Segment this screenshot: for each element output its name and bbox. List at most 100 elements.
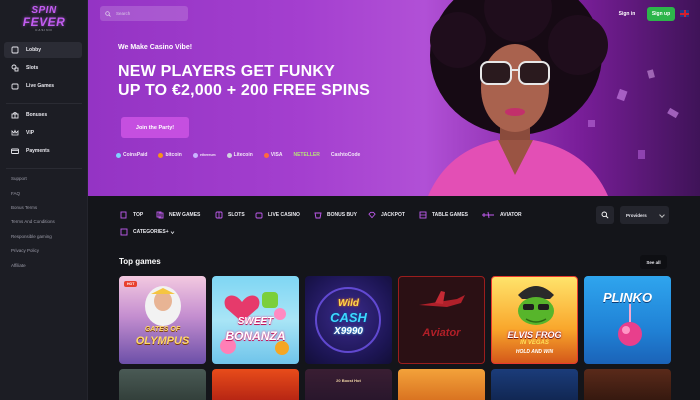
category-bar: TOP NEW GAMES SLOTS LIVE CASINO BONUS BU… bbox=[88, 200, 700, 244]
tile-title-line1: 20 Boost Hot bbox=[336, 378, 361, 383]
frog-character-image bbox=[518, 286, 554, 325]
link-support[interactable]: Support bbox=[11, 176, 27, 181]
link-bonus-terms[interactable]: Bonus Terms bbox=[11, 205, 37, 210]
logo-line3: CASINO bbox=[35, 28, 53, 32]
sidebar-item-bonuses[interactable]: Bonuses bbox=[4, 107, 82, 123]
sidebar-item-label: Bonuses bbox=[26, 112, 48, 118]
jackpot-diamond-icon bbox=[368, 211, 376, 219]
ethereum-icon bbox=[192, 152, 198, 158]
category-live-casino[interactable]: LIVE CASINO bbox=[255, 209, 300, 221]
tile-title-line2: OLYMPUS bbox=[135, 335, 190, 347]
tile-title-line1: Wild bbox=[337, 298, 359, 309]
tile-title-line3: HOLD AND WIN bbox=[515, 349, 554, 355]
sidebar-item-label: Live Games bbox=[26, 83, 55, 89]
tile-title-line1: GATES OF bbox=[144, 326, 181, 333]
game-tile-gates-of-olympus[interactable]: HOT GATES OF OLYMPUS bbox=[119, 276, 206, 364]
new-games-icon bbox=[156, 211, 164, 219]
sidebar-divider bbox=[6, 168, 82, 169]
game-tile-row2-1[interactable] bbox=[119, 369, 206, 400]
game-tile-plinko[interactable]: PLINKO bbox=[584, 276, 671, 364]
search-input[interactable]: Search bbox=[100, 6, 188, 21]
aviator-plane-icon bbox=[481, 211, 495, 219]
game-tile-aviator[interactable]: Aviator bbox=[398, 276, 485, 364]
sidebar: SPIN FEVER CASINO Lobby Slots Live Games… bbox=[0, 0, 88, 400]
see-all-button[interactable]: See all bbox=[640, 255, 667, 269]
game-tile-row2-4[interactable] bbox=[398, 369, 485, 400]
top-games-heading: Top games bbox=[119, 257, 161, 266]
tile-title-line1: PLINKO bbox=[602, 290, 653, 305]
link-terms[interactable]: Terms And Conditions bbox=[11, 219, 55, 224]
category-bonus-buy[interactable]: BONUS BUY bbox=[314, 209, 357, 221]
tile-title-line1: ELVIS FROG bbox=[507, 330, 562, 340]
tile-title-line2: IN VEGAS bbox=[520, 340, 549, 346]
payment-cashtocode: CashtoCode bbox=[330, 152, 361, 158]
link-responsible-gaming[interactable]: Responsible gaming bbox=[11, 234, 52, 239]
category-more-dropdown[interactable]: CATEGORIES+ bbox=[120, 226, 175, 238]
signin-button[interactable]: Sign in bbox=[615, 7, 639, 21]
sidebar-divider bbox=[6, 103, 82, 104]
chevron-down-icon bbox=[659, 212, 665, 218]
category-top[interactable]: TOP bbox=[120, 209, 143, 221]
visa-icon bbox=[263, 152, 269, 158]
slots-icon bbox=[11, 64, 19, 72]
vip-crown-icon bbox=[11, 129, 19, 137]
tile-title-line2: CASH bbox=[330, 310, 367, 325]
game-tile-sweet-bonanza[interactable]: SWEET BONANZA bbox=[212, 276, 299, 364]
zeus-character-image bbox=[145, 286, 181, 326]
top-bar: Search Sign in Sign up bbox=[88, 0, 700, 28]
sidebar-item-vip[interactable]: VIP bbox=[4, 125, 82, 141]
game-tile-wild-cash[interactable]: Wild CASH X9990 bbox=[305, 276, 392, 364]
live-casino-icon bbox=[255, 211, 263, 219]
payment-bitcoin: bitcoin bbox=[158, 152, 182, 158]
live-games-icon bbox=[11, 82, 19, 90]
category-aviator[interactable]: AVIATOR bbox=[481, 209, 522, 221]
litecoin-icon bbox=[226, 152, 232, 158]
hot-badge: HOT bbox=[124, 281, 138, 287]
game-tile-row2-6[interactable] bbox=[584, 369, 671, 400]
sidebar-item-live-games[interactable]: Live Games bbox=[4, 78, 82, 94]
coinspaid-icon bbox=[116, 152, 121, 158]
bonuses-icon bbox=[11, 111, 19, 119]
sidebar-item-payments[interactable]: Payments bbox=[4, 143, 82, 159]
payment-visa: VISA bbox=[263, 152, 282, 158]
game-search-button[interactable] bbox=[596, 206, 614, 224]
chevron-down-icon bbox=[170, 230, 174, 234]
tile-title-line2: BONANZA bbox=[225, 329, 286, 343]
language-flag-icon[interactable] bbox=[680, 10, 689, 17]
categories-icon bbox=[120, 228, 128, 236]
category-table-games[interactable]: TABLE GAMES bbox=[419, 209, 468, 221]
hero-title: NEW PLAYERS GET FUNKY UP TO €2,000 + 200… bbox=[118, 62, 458, 100]
bitcoin-icon bbox=[158, 152, 164, 158]
game-tile-row2-2[interactable] bbox=[212, 369, 299, 400]
logo-line2: FEVER bbox=[22, 15, 66, 29]
tile-title-line1: SWEET bbox=[237, 316, 274, 327]
airplane-image bbox=[419, 291, 465, 307]
game-tile-elvis-frog[interactable]: ELVIS FROG IN VEGAS HOLD AND WIN bbox=[491, 276, 578, 364]
sidebar-item-lobby[interactable]: Lobby bbox=[4, 42, 82, 58]
payment-neteller: NETELLER bbox=[293, 152, 320, 158]
hero-title-line2: UP TO €2,000 + 200 FREE SPINS bbox=[118, 82, 371, 99]
search-icon bbox=[601, 211, 609, 219]
search-placeholder: Search bbox=[116, 11, 131, 16]
tile-title-line1: Aviator bbox=[422, 327, 461, 339]
category-slots[interactable]: SLOTS bbox=[215, 209, 245, 221]
join-party-button[interactable]: Join the Party! bbox=[121, 117, 189, 138]
hero-banner: We Make Casino Vibe! NEW PLAYERS GET FUN… bbox=[88, 0, 700, 196]
signup-button[interactable]: Sign up bbox=[647, 7, 675, 21]
link-privacy-policy[interactable]: Privacy Policy bbox=[11, 248, 39, 253]
slots-category-icon bbox=[215, 211, 223, 219]
link-faq[interactable]: FAQ bbox=[11, 191, 20, 196]
table-games-icon bbox=[419, 211, 427, 219]
game-tile-row2-3[interactable]: 20 Boost Hot bbox=[305, 369, 392, 400]
category-new-games[interactable]: NEW GAMES bbox=[156, 209, 200, 221]
game-tile-row2-5[interactable] bbox=[491, 369, 578, 400]
brand-logo[interactable]: SPIN FEVER CASINO bbox=[18, 6, 70, 36]
sidebar-item-label: VIP bbox=[26, 130, 35, 136]
category-jackpot[interactable]: JACKPOT bbox=[368, 209, 405, 221]
link-affiliate[interactable]: Affiliate bbox=[11, 263, 26, 268]
providers-select[interactable]: Providers bbox=[620, 206, 669, 224]
sidebar-item-label: Lobby bbox=[26, 47, 41, 53]
sidebar-item-label: Payments bbox=[26, 148, 50, 154]
payment-methods: CoinsPaid bitcoin ethereum Litecoin VISA… bbox=[116, 152, 371, 158]
sidebar-item-slots[interactable]: Slots bbox=[4, 60, 82, 76]
